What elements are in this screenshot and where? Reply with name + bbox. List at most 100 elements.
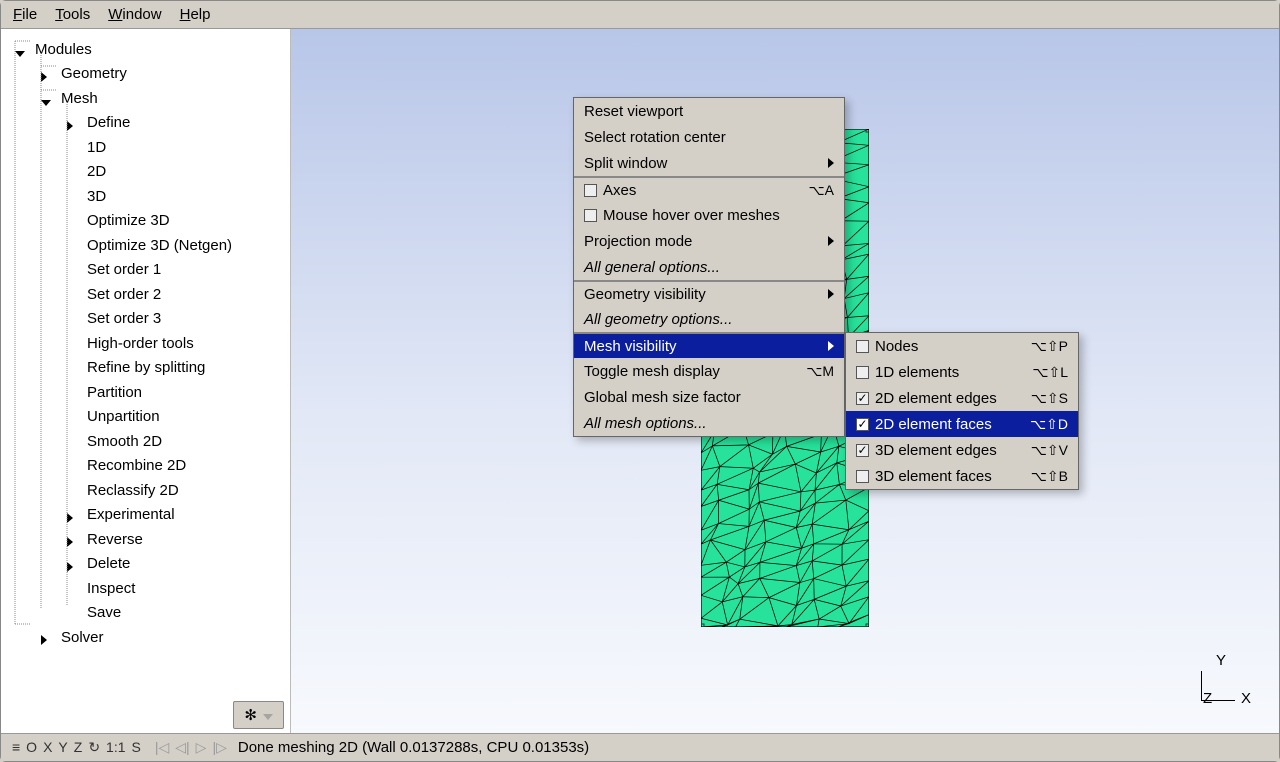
tree-label: Recombine 2D [87, 457, 186, 474]
tree-mesh-item[interactable]: Set order 2 [11, 282, 286, 307]
statusbar-button[interactable]: ↻ [85, 739, 103, 755]
triangle-down-icon [15, 44, 29, 54]
tree-mesh-item[interactable]: Set order 1 [11, 258, 286, 283]
tree-modules[interactable]: Modules [11, 37, 286, 62]
tree-label: Reclassify 2D [87, 482, 179, 499]
context-menu-item[interactable]: 3D element edges⌥⇧V [846, 437, 1078, 463]
tree-label: Optimize 3D [87, 212, 170, 229]
context-menu-item[interactable]: Projection mode [574, 228, 844, 254]
context-menu-item[interactable]: Global mesh size factor [574, 384, 844, 410]
submenu-arrow-icon [828, 338, 834, 355]
statusbar-button[interactable]: O [23, 739, 40, 755]
status-text: Done meshing 2D (Wall 0.0137288s, CPU 0.… [238, 739, 589, 756]
context-menu-item[interactable]: Reset viewport [574, 98, 844, 124]
viewport-3d[interactable]: Y Z X Reset viewportSelect rotation cent… [291, 29, 1279, 733]
tree-mesh-item[interactable]: 2D [11, 160, 286, 185]
tree-label: High-order tools [87, 335, 194, 352]
tree-mesh-item[interactable]: Set order 3 [11, 307, 286, 332]
accelerator-label: ⌥⇧L [1032, 364, 1068, 381]
context-menu-item[interactable]: All mesh options... [574, 410, 844, 436]
context-menu-item[interactable]: 2D element edges⌥⇧S [846, 385, 1078, 411]
context-menu-item[interactable]: Select rotation center [574, 124, 844, 150]
context-menu-item[interactable]: Toggle mesh display⌥M [574, 358, 844, 384]
tree-geometry[interactable]: Geometry [11, 62, 286, 87]
checkbox-icon [856, 418, 869, 431]
statusbar-button[interactable]: X [40, 739, 55, 755]
tree-label: Solver [61, 629, 104, 646]
menu-item-label: Split window [584, 155, 828, 172]
tree-mesh-item[interactable]: Inspect [11, 576, 286, 601]
checkbox-icon [584, 209, 597, 222]
tree-mesh-item[interactable]: Optimize 3D [11, 209, 286, 234]
statusbar-button[interactable]: S [129, 739, 144, 755]
tree-mesh-item[interactable]: Unpartition [11, 405, 286, 430]
menubar: File Tools Window Help [1, 1, 1279, 29]
context-menu-item[interactable]: Nodes⌥⇧P [846, 333, 1078, 359]
menu-item-label: Reset viewport [584, 103, 834, 120]
tree-label: Experimental [87, 506, 175, 523]
context-menu-item[interactable]: All general options... [574, 254, 844, 280]
checkbox-icon [856, 470, 869, 483]
tree-mesh-item[interactable]: Define [11, 111, 286, 136]
menu-file[interactable]: File [13, 6, 37, 23]
context-menu-item[interactable]: All geometry options... [574, 306, 844, 332]
statusbar-button[interactable]: 1:1 [103, 739, 128, 755]
tree-label: Set order 2 [87, 286, 161, 303]
context-menu-item[interactable]: Mesh visibility [574, 332, 844, 358]
submenu-arrow-icon [828, 155, 834, 172]
tree-mesh-item[interactable]: 1D [11, 135, 286, 160]
accelerator-label: ⌥⇧B [1031, 468, 1068, 485]
sidebar: Modules Geometry Mesh Define 1D 2D 3D Optimi… [1, 29, 291, 733]
context-menu-item[interactable]: 3D element faces⌥⇧B [846, 463, 1078, 489]
triangle-right-icon [67, 559, 81, 569]
statusbar-button[interactable]: Y [55, 739, 70, 755]
tree-mesh[interactable]: Mesh [11, 86, 286, 111]
tree-mesh-item[interactable]: Reclassify 2D [11, 478, 286, 503]
module-tree: Modules Geometry Mesh Define 1D 2D 3D Optimi… [1, 29, 290, 697]
tree-mesh-item[interactable]: Smooth 2D [11, 429, 286, 454]
statusbar-button[interactable]: Z [71, 739, 86, 755]
tree-label: Geometry [61, 65, 127, 82]
accelerator-label: ⌥A [809, 182, 834, 199]
tree-mesh-item[interactable]: High-order tools [11, 331, 286, 356]
menu-window[interactable]: Window [108, 6, 161, 23]
context-menu-item[interactable]: Split window [574, 150, 844, 176]
tree-mesh-item[interactable]: Refine by splitting [11, 356, 286, 381]
tree-mesh-item[interactable]: Delete [11, 552, 286, 577]
context-menu-item[interactable]: Axes⌥A [574, 176, 844, 202]
tree-mesh-item[interactable]: Partition [11, 380, 286, 405]
playback-button[interactable]: ◁| [172, 739, 192, 755]
menu-item-label: 1D elements [875, 364, 1032, 381]
context-menu-item[interactable]: 1D elements⌥⇧L [846, 359, 1078, 385]
tree-label: 2D [87, 163, 106, 180]
options-button[interactable]: ✻ [233, 701, 284, 729]
tree-label: Reverse [87, 531, 143, 548]
menu-item-label: Mouse hover over meshes [603, 207, 834, 224]
menu-tools[interactable]: Tools [55, 6, 90, 23]
tree-mesh-item[interactable]: Save [11, 601, 286, 626]
tree-label: Mesh [61, 90, 98, 107]
tree-label: Define [87, 114, 130, 131]
triangle-right-icon [67, 510, 81, 520]
playback-button[interactable]: |◁ [152, 739, 172, 755]
tree-mesh-item[interactable]: Experimental [11, 503, 286, 528]
menu-item-label: Select rotation center [584, 129, 834, 146]
menu-help[interactable]: Help [180, 6, 211, 23]
context-menu-item[interactable]: 2D element faces⌥⇧D [846, 411, 1078, 437]
tree-solver[interactable]: Solver [11, 625, 286, 650]
tree-label: Save [87, 604, 121, 621]
context-menu-item[interactable]: Geometry visibility [574, 280, 844, 306]
menu-item-label: 2D element edges [875, 390, 1031, 407]
statusbar-button[interactable]: ≡ [9, 739, 23, 755]
tree-mesh-item[interactable]: Recombine 2D [11, 454, 286, 479]
tree-mesh-item[interactable]: Optimize 3D (Netgen) [11, 233, 286, 258]
playback-button[interactable]: |▷ [209, 739, 229, 755]
menu-item-label: Axes [603, 182, 809, 199]
accelerator-label: ⌥⇧D [1030, 416, 1068, 433]
menu-item-label: 3D element faces [875, 468, 1031, 485]
playback-button[interactable]: ▷ [193, 739, 210, 755]
checkbox-icon [856, 392, 869, 405]
tree-mesh-item[interactable]: 3D [11, 184, 286, 209]
tree-mesh-item[interactable]: Reverse [11, 527, 286, 552]
context-menu-item[interactable]: Mouse hover over meshes [574, 202, 844, 228]
